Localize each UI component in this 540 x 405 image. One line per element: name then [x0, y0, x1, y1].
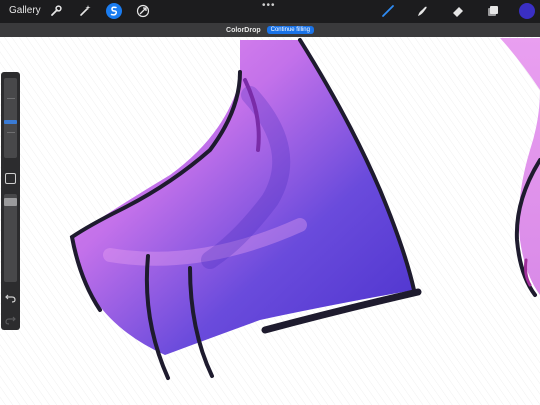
slider-tick — [7, 132, 15, 133]
magic-wand-icon[interactable] — [77, 3, 93, 19]
transform-icon[interactable] — [135, 3, 151, 19]
slider-tick — [7, 98, 15, 99]
brush-icon[interactable] — [380, 3, 396, 19]
opacity-thumb[interactable] — [4, 198, 17, 206]
undo-icon[interactable] — [5, 290, 16, 303]
top-toolbar: Gallery ••• — [0, 0, 540, 23]
wrench-icon[interactable] — [48, 3, 64, 19]
opacity-slider[interactable] — [4, 194, 17, 282]
more-options-icon[interactable]: ••• — [262, 0, 276, 11]
colordrop-notice-bar: ColorDrop Continue filling — [0, 23, 540, 37]
continue-filling-button[interactable]: Continue filling — [266, 26, 314, 34]
brush-size-thumb[interactable] — [4, 120, 17, 124]
redo-icon[interactable] — [5, 312, 16, 325]
gallery-button[interactable]: Gallery — [9, 5, 41, 16]
notice-title: ColorDrop — [226, 26, 261, 34]
drawing-canvas[interactable] — [0, 0, 540, 405]
left-sidebar — [1, 72, 20, 330]
brush-size-slider[interactable] — [4, 78, 17, 158]
selection-icon[interactable] — [106, 3, 122, 19]
modify-square-icon[interactable] — [5, 173, 16, 184]
layers-icon[interactable] — [485, 3, 501, 19]
eraser-icon[interactable] — [450, 3, 466, 19]
color-swatch[interactable] — [519, 3, 535, 19]
smudge-icon[interactable] — [414, 3, 430, 19]
